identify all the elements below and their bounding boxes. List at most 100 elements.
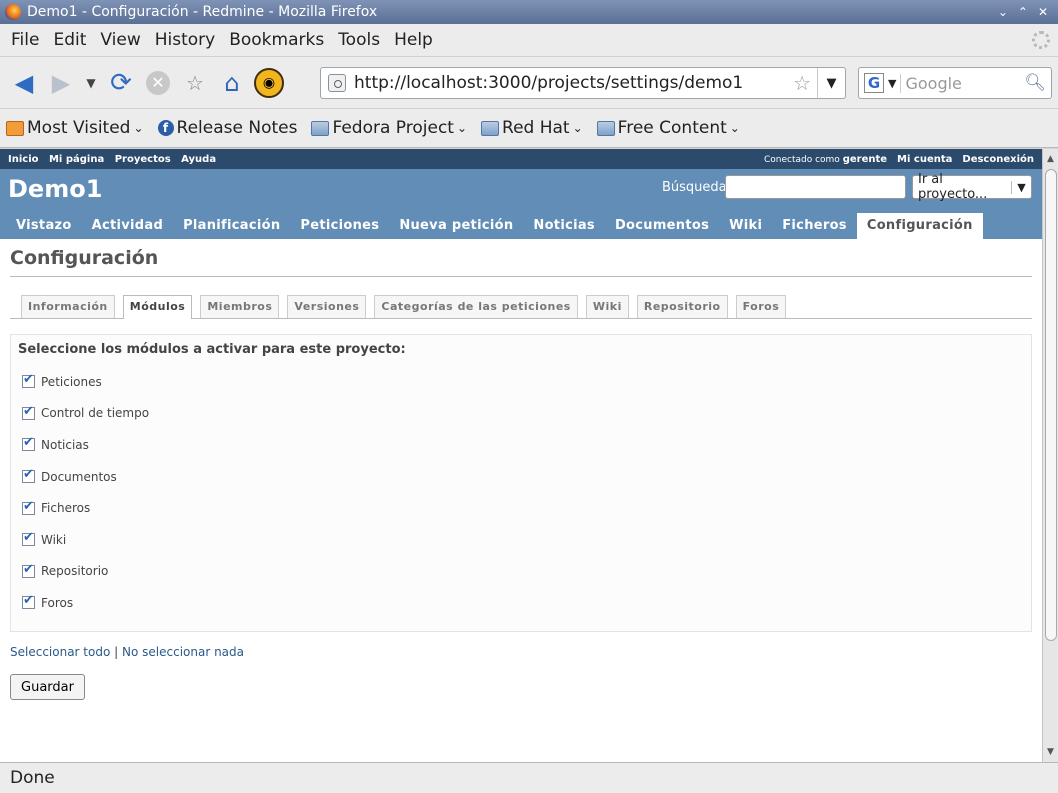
modules-box: Seleccione los módulos a activar para es… [10,334,1032,632]
menu-tools[interactable]: Tools [331,30,387,50]
logged-as-label: Conectado como [763,154,840,165]
search-icon[interactable]: 🔍︎ [1024,73,1046,93]
bookmark-release-notes[interactable]: f Release Notes [157,118,297,138]
home-icon[interactable]: ⌂ [216,67,248,99]
bookmark-page-icon[interactable]: ☆ [179,67,211,99]
tab-overview[interactable]: Vistazo [6,213,82,239]
tab-documents[interactable]: Documentos [605,213,719,239]
subtab-versions[interactable]: Versiones [287,295,367,318]
fedora-icon: f [157,120,174,136]
forward-icon[interactable]: ▶ [45,67,77,99]
menu-help[interactable]: Help [387,30,440,50]
subtab-forums[interactable]: Foros [735,295,787,318]
menu-file[interactable]: File [4,30,46,50]
chevron-down-icon: ⌄ [133,121,144,135]
quick-search-input[interactable] [725,175,906,199]
module-checkbox-files[interactable] [22,499,35,515]
top-link-help[interactable]: Ayuda [181,154,216,165]
main-menu: Vistazo Actividad Planificación Peticion… [6,213,983,239]
rss-icon [6,120,24,136]
tab-files[interactable]: Ficheros [772,213,857,239]
module-label: Foros [41,595,74,610]
tab-wiki[interactable]: Wiki [719,213,772,239]
menu-history[interactable]: History [148,30,222,50]
project-jump-select[interactable]: Ir al proyecto... ▼ [912,172,1032,202]
star-icon[interactable]: ☆ [793,71,811,95]
module-checkbox-time-tracking[interactable] [22,404,35,420]
bookmark-fedora-project[interactable]: Fedora Project ⌄ [311,118,467,138]
tab-settings[interactable]: Configuración [856,213,983,239]
module-checkbox-issues[interactable] [22,372,35,389]
select-links: Seleccionar todo | No seleccionar nada [10,645,1032,659]
minimize-button[interactable]: ⌄ [998,5,1008,19]
bookmark-red-hat[interactable]: Red Hat ⌄ [481,118,583,138]
google-icon[interactable]: G [864,73,884,93]
module-checkbox-wiki[interactable] [22,530,35,547]
top-link-home[interactable]: Inicio [8,154,39,165]
search-label: Búsqueda: [662,180,732,195]
menu-view[interactable]: View [93,30,147,50]
scroll-down-icon[interactable]: ▼ [1043,744,1058,760]
back-icon[interactable]: ◀ [8,67,40,99]
module-label: Peticiones [41,374,102,389]
select-all-link[interactable]: Seleccionar todo [10,645,110,659]
url-bar[interactable]: http://localhost:3000/projects/settings/… [320,67,846,99]
web-search-box[interactable]: G ▼ Google 🔍︎ [858,67,1052,99]
tab-activity[interactable]: Actividad [82,213,173,239]
menu-bookmarks[interactable]: Bookmarks [222,30,331,50]
top-link-projects[interactable]: Proyectos [115,154,171,165]
module-row: Wiki [18,524,1024,556]
history-dropdown-icon[interactable]: ▼ [82,67,100,99]
tab-issues[interactable]: Peticiones [290,213,389,239]
username[interactable]: gerente [843,154,887,165]
subtab-wiki[interactable]: Wiki [585,295,629,318]
stop-button[interactable]: ✕ [142,67,174,99]
tab-roadmap[interactable]: Planificación [173,213,290,239]
module-checkbox-repository[interactable] [22,562,35,578]
reload-icon[interactable]: ⟳ [105,67,137,99]
bookmark-label: Free Content [617,118,727,138]
menu-bar: File Edit View History Bookmarks Tools H… [0,24,1058,56]
module-checkbox-news[interactable] [22,435,35,452]
maximize-button[interactable]: ⌃ [1018,5,1028,19]
select-none-link[interactable]: No seleccionar nada [122,645,244,659]
bookmark-free-content[interactable]: Free Content ⌄ [596,118,740,138]
bookmark-most-visited[interactable]: Most Visited ⌄ [6,118,144,138]
site-identity-icon[interactable] [328,74,346,92]
menu-edit[interactable]: Edit [46,30,93,50]
module-row: Noticias [18,429,1024,461]
chevron-down-icon: ⌄ [729,121,740,135]
tab-new-issue[interactable]: Nueva petición [389,213,523,239]
logout-link[interactable]: Desconexión [962,154,1034,165]
module-checkbox-forums[interactable] [22,593,35,610]
vertical-scrollbar[interactable]: ▲ ▼ [1042,149,1058,762]
module-label: Noticias [41,437,89,452]
page-title: Configuración [10,247,1032,277]
tab-news[interactable]: Noticias [523,213,605,239]
url-dropdown-icon[interactable]: ▼ [817,68,845,98]
scroll-up-icon[interactable]: ▲ [1043,151,1058,167]
window-title: Demo1 - Configuración - Redmine - Mozill… [27,4,378,20]
bug-icon: ◉ [254,67,284,98]
subtab-modules[interactable]: Módulos [122,295,193,319]
subtab-information[interactable]: Información [21,295,115,318]
throbber-icon [1032,31,1050,49]
addon-button[interactable]: ◉ [253,67,285,99]
search-input[interactable]: Google [900,73,1024,93]
close-button[interactable]: ✕ [1038,5,1048,19]
subtab-repository[interactable]: Repositorio [636,295,728,318]
save-button[interactable]: Guardar [10,674,85,700]
scroll-thumb[interactable] [1045,169,1057,641]
module-row: Control de tiempo [18,398,1024,430]
top-link-my-page[interactable]: Mi página [49,154,104,165]
folder-icon [481,120,500,136]
url-input[interactable]: http://localhost:3000/projects/settings/… [354,73,793,93]
module-checkbox-documents[interactable] [22,467,35,484]
engine-dropdown-icon[interactable]: ▼ [888,77,896,90]
module-row: Peticiones [18,366,1024,398]
subtab-issue-categories[interactable]: Categorías de las peticiones [374,295,578,318]
module-row: Ficheros [18,492,1024,524]
my-account-link[interactable]: Mi cuenta [897,154,952,165]
subtab-members[interactable]: Miembros [200,295,280,318]
navigation-toolbar: ◀ ▶ ▼ ⟳ ✕ ☆ ⌂ ◉ http://localhost:3000/pr… [0,56,1058,108]
